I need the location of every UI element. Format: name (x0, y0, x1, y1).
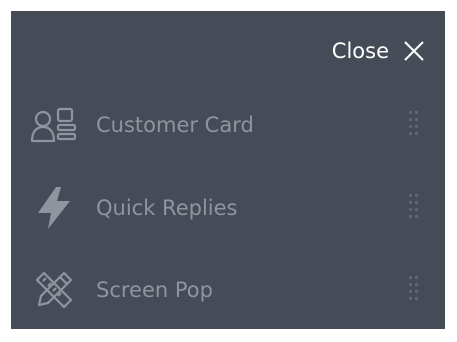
menu-item-customer-card[interactable]: Customer Card (11, 95, 445, 155)
menu-item-label: Screen Pop (96, 278, 213, 302)
drag-handle-icon[interactable] (408, 275, 420, 305)
menu-item-screen-pop[interactable]: Screen Pop (11, 260, 445, 320)
pencil-ruler-icon (29, 267, 79, 313)
menu-item-label: Customer Card (96, 113, 254, 137)
close-button[interactable]: Close (332, 37, 425, 65)
drag-handle-icon[interactable] (408, 193, 420, 223)
menu-item-quick-replies[interactable]: Quick Replies (11, 178, 445, 238)
drag-handle-icon[interactable] (408, 110, 420, 140)
close-icon (404, 41, 424, 61)
customer-card-icon (29, 102, 79, 148)
side-panel: Close Customer Card Quick Replies Screen… (11, 11, 445, 329)
menu-item-label: Quick Replies (96, 196, 238, 220)
close-label: Close (331, 39, 389, 63)
lightning-bolt-icon (29, 185, 79, 231)
